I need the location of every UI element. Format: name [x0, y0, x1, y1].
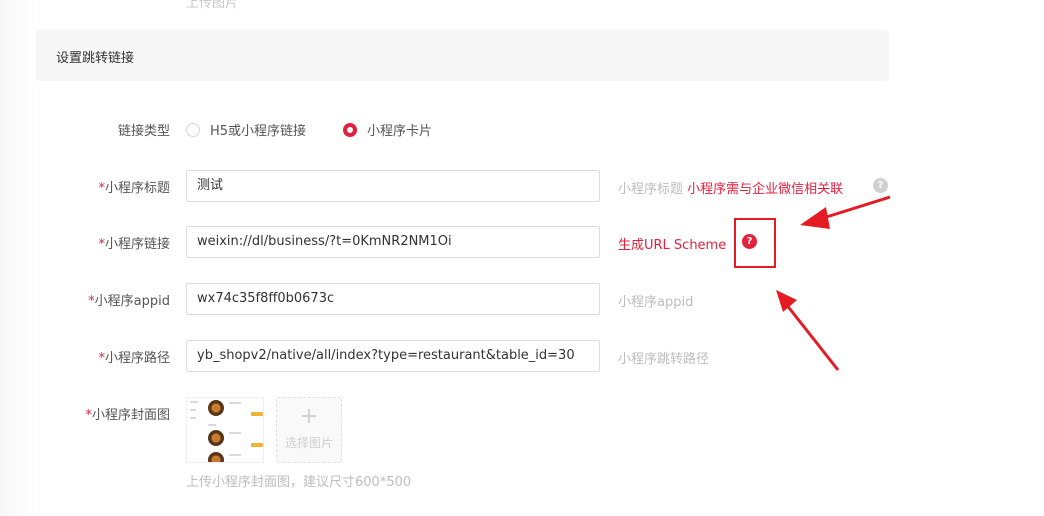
- annotation-arrow-head: [800, 207, 830, 229]
- annotation-arrow-line: [784, 303, 840, 371]
- annotation-arrows: [776, 195, 891, 371]
- annotation-arrow-head: [776, 290, 797, 312]
- annotation-arrow-line: [819, 195, 891, 221]
